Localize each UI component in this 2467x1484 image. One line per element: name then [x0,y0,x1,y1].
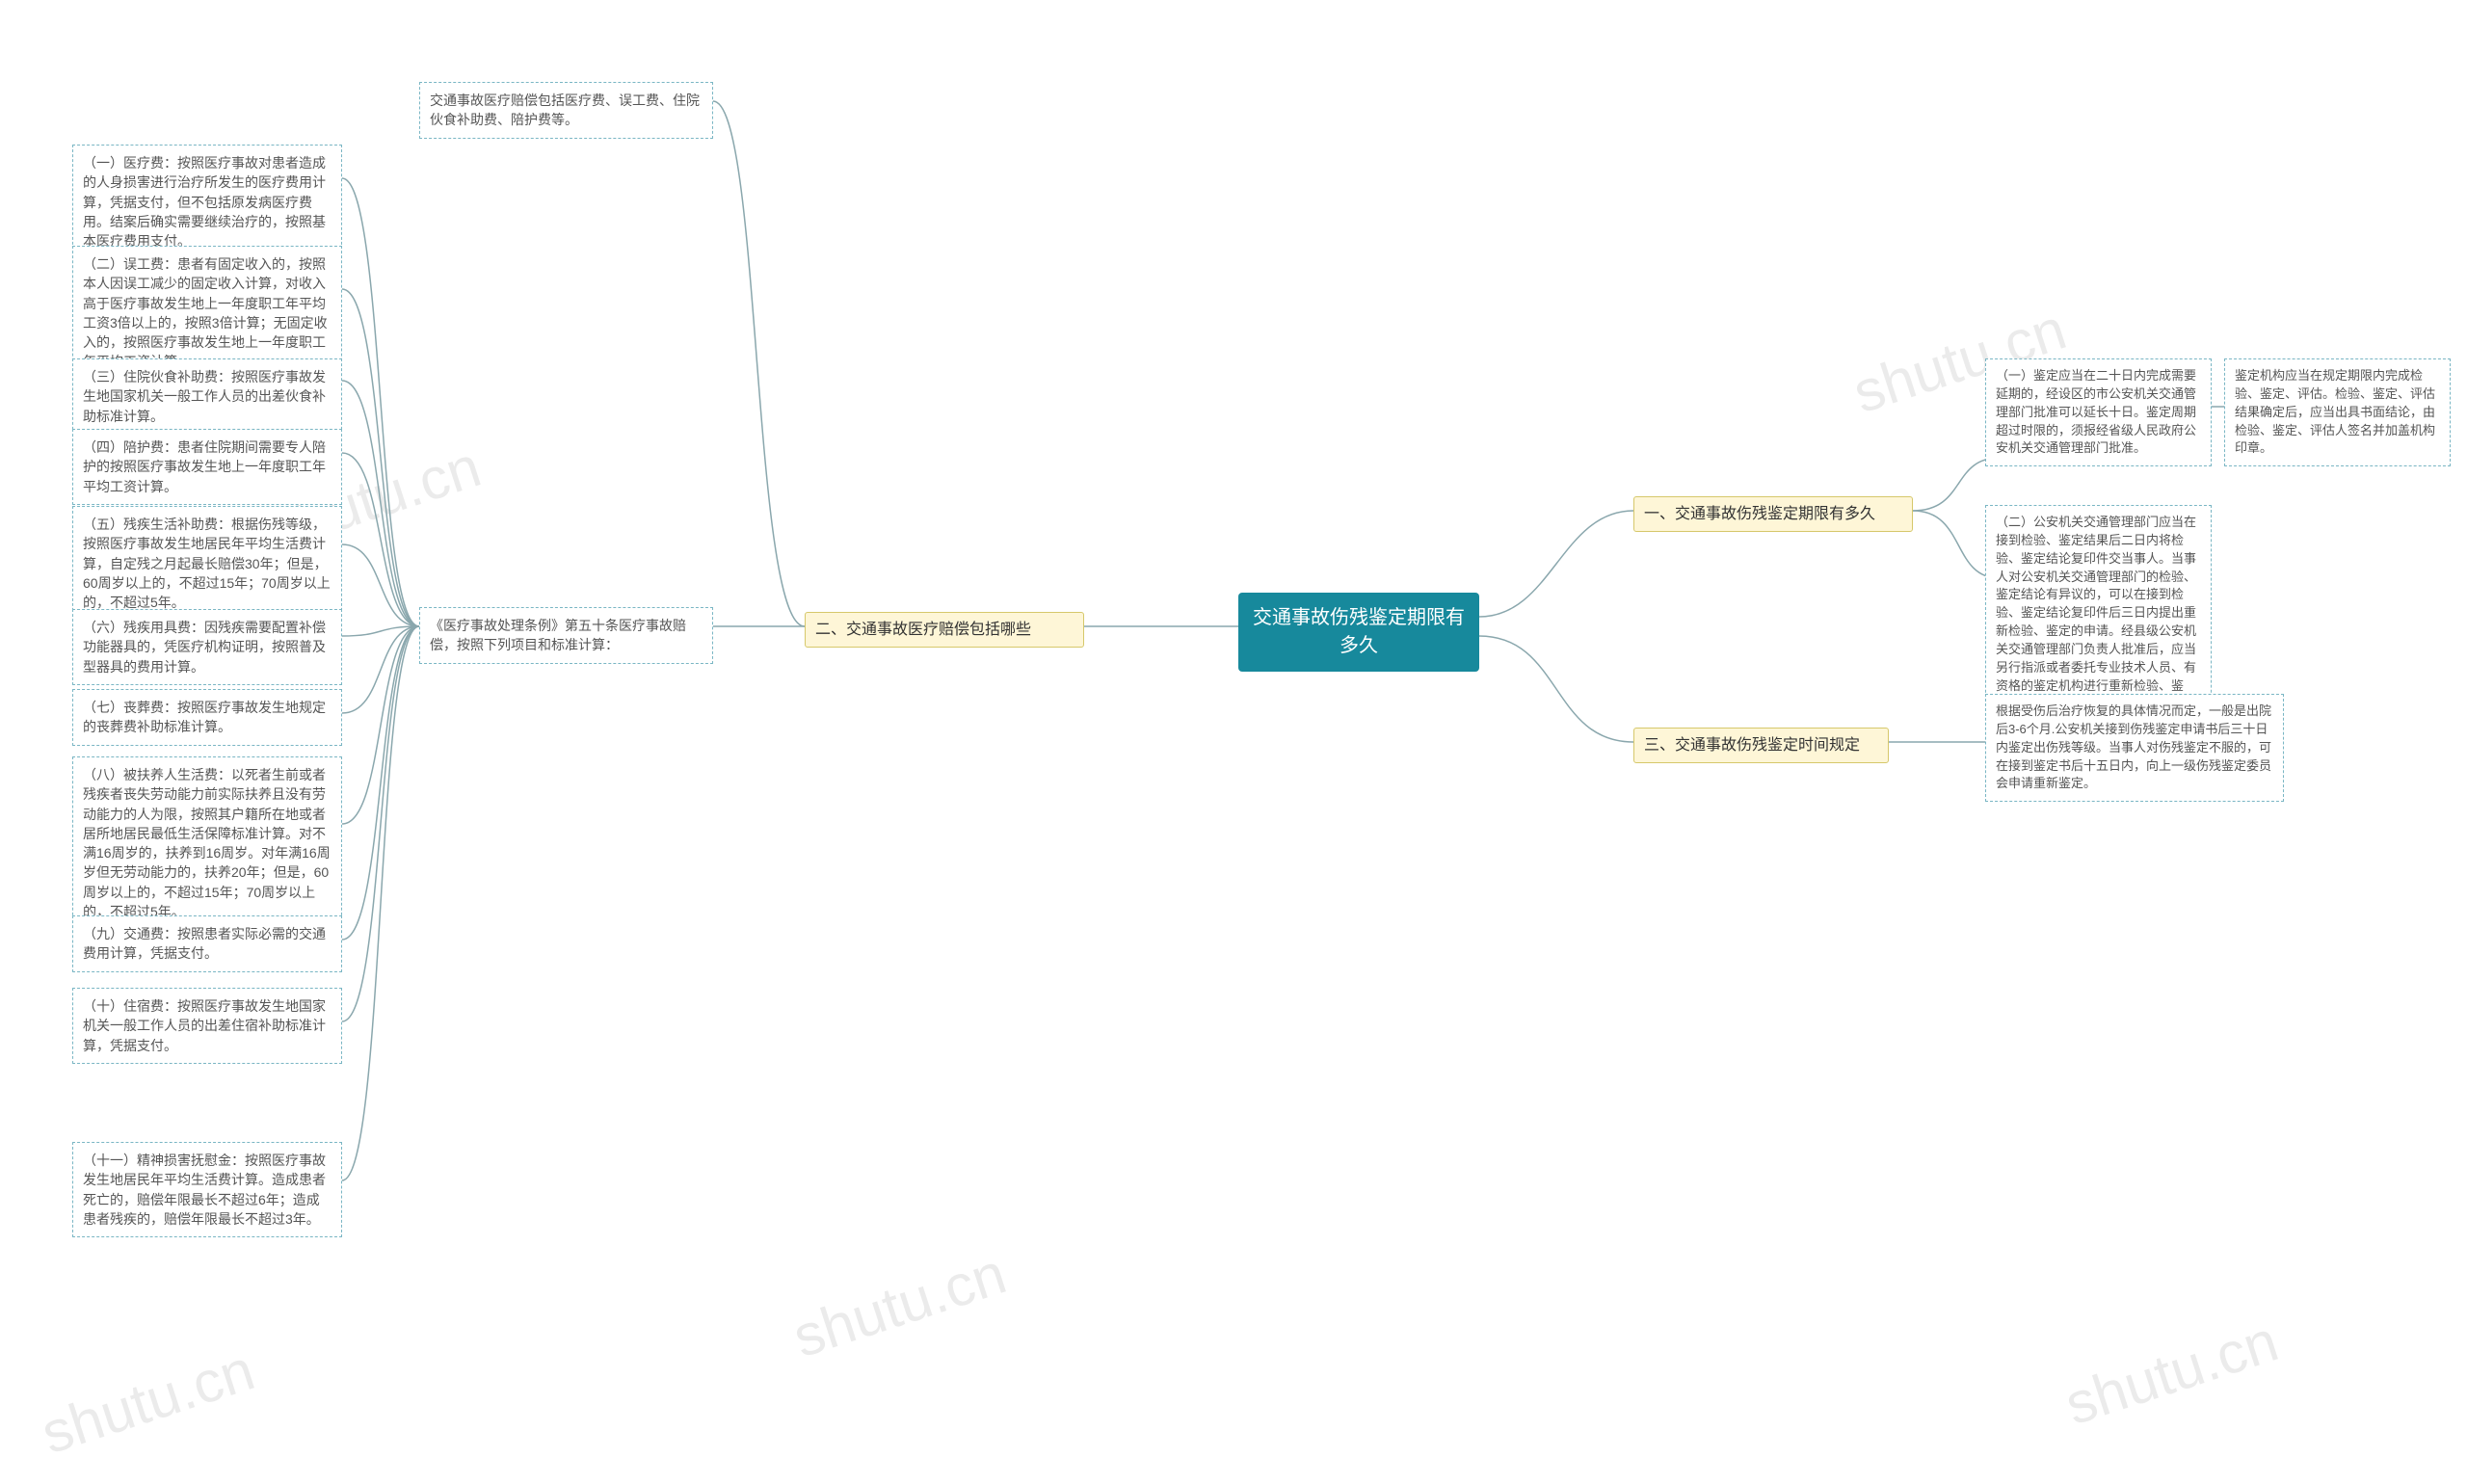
final-b1-1: （一）鉴定应当在二十日内完成需要延期的，经设区的市公安机关交通管理部门批准可以延… [1985,358,2212,466]
item-8: （八）被扶养人生活费：以死者生前或者残疾者丧失劳动能力前实际扶养且没有劳动能力的… [72,756,342,930]
branch-1-label: 一、交通事故伤残鉴定期限有多久 [1644,506,1875,522]
item-6: （六）残疾用具费：因残疾需要配置补偿功能器具的，凭医疗机构证明，按照普及型器具的… [72,609,342,685]
branch-2[interactable]: 二、交通事故医疗赔偿包括哪些 [805,612,1084,648]
item-5: （五）残疾生活补助费：根据伤残等级，按照医疗事故发生地居民年平均生活费计算，自定… [72,506,342,621]
branch-3-label: 三、交通事故伤残鉴定时间规定 [1644,737,1860,754]
item-3: （三）住院伙食补助费：按照医疗事故发生地国家机关一般工作人员的出差伙食补助标准计… [72,358,342,435]
watermark: shutu.cn [34,1337,262,1468]
item-4: （四）陪护费：患者住院期间需要专人陪护的按照医疗事故发生地上一年度职工年平均工资… [72,429,342,505]
final-b1-2: （二）公安机关交通管理部门应当在接到检验、鉴定结果后二日内将检验、鉴定结论复印件… [1985,505,2212,722]
watermark: shutu.cn [785,1240,1014,1371]
branch-3[interactable]: 三、交通事故伤残鉴定时间规定 [1633,728,1889,763]
item-1: （一）医疗费：按照医疗事故对患者造成的人身损害进行治疗所发生的医疗费用计算，凭据… [72,145,342,259]
branch-1[interactable]: 一、交通事故伤残鉴定期限有多久 [1633,496,1913,532]
item-10: （十）住宿费：按照医疗事故发生地国家机关一般工作人员的出差住宿补助标准计算，凭据… [72,988,342,1064]
root-title: 交通事故伤残鉴定期限有 多久 [1253,607,1465,656]
branch-2-label: 二、交通事故医疗赔偿包括哪些 [815,622,1031,638]
item-9: （九）交通费：按照患者实际必需的交通费用计算，凭据支付。 [72,915,342,972]
watermark: shutu.cn [2057,1308,2286,1439]
root-node[interactable]: 交通事故伤残鉴定期限有 多久 [1238,593,1479,672]
branch-3-leaf: 根据受伤后治疗恢复的具体情况而定，一般是出院后3-6个月.公安机关接到伤残鉴定申… [1985,694,2284,802]
branch-2-sub: 《医疗事故处理条例》第五十条医疗事故赔偿，按照下列项目和标准计算： [419,607,713,664]
item-7: （七）丧葬费：按照医疗事故发生地规定的丧葬费补助标准计算。 [72,689,342,746]
branch-2-intro: 交通事故医疗赔偿包括医疗费、误工费、住院伙食补助费、陪护费等。 [419,82,713,139]
item-11: （十一）精神损害抚慰金：按照医疗事故发生地居民年平均生活费计算。造成患者死亡的，… [72,1142,342,1237]
final-b1-1b: 鉴定机构应当在规定期限内完成检验、鉴定、评估。检验、鉴定、评估结果确定后，应当出… [2224,358,2451,466]
